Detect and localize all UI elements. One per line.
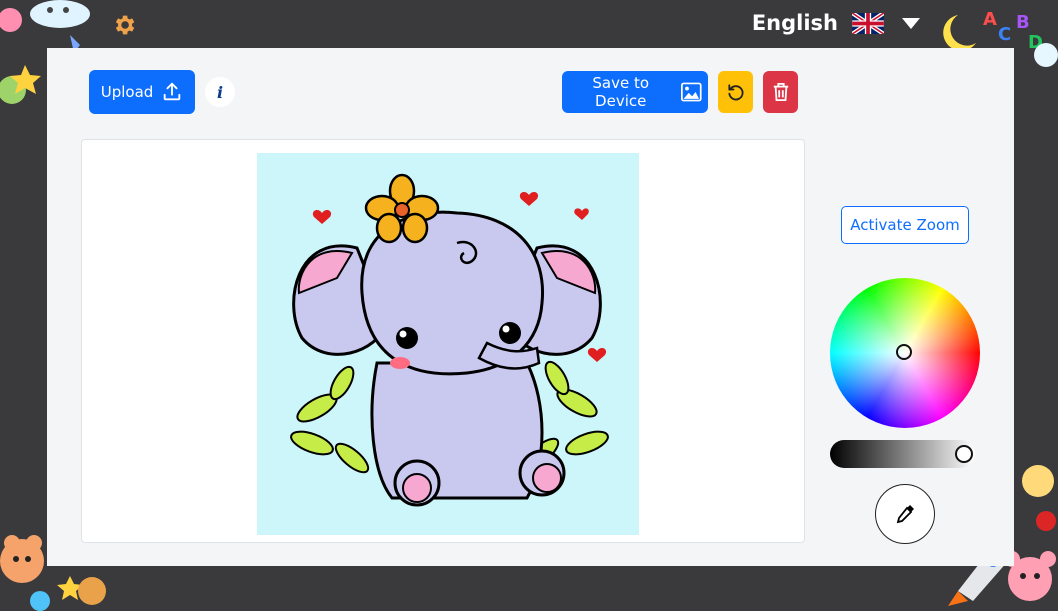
svg-text:B: B <box>1016 12 1030 33</box>
svg-text:A: A <box>983 9 997 30</box>
activate-zoom-button[interactable]: Activate Zoom <box>841 206 969 244</box>
svg-text:C: C <box>998 24 1011 45</box>
elephant-coloring-image[interactable] <box>257 153 639 535</box>
eyedropper-button[interactable] <box>875 484 935 544</box>
trash-icon <box>773 83 788 101</box>
brightness-slider[interactable] <box>830 440 975 468</box>
color-wheel-handle[interactable] <box>896 344 912 360</box>
canvas-container <box>81 139 805 543</box>
upload-icon <box>164 82 181 101</box>
drawing-canvas[interactable] <box>257 153 639 535</box>
reset-button[interactable] <box>718 71 753 113</box>
upload-button[interactable]: Upload <box>89 70 195 114</box>
editor-panel: Upload i Save to Device Activate Zoom <box>47 48 1014 566</box>
color-wheel[interactable] <box>830 278 980 428</box>
info-button[interactable]: i <box>205 77 235 107</box>
image-icon <box>681 82 702 102</box>
rotate-left-icon <box>727 84 743 101</box>
chevron-down-icon[interactable] <box>902 17 920 29</box>
language-label: English <box>751 11 838 35</box>
info-icon: i <box>216 82 224 102</box>
gear-icon[interactable] <box>111 12 137 38</box>
eyedropper-icon <box>896 505 914 524</box>
save-label: Save to Device <box>592 74 650 110</box>
brightness-slider-handle[interactable] <box>955 445 973 463</box>
language-selector[interactable]: English <box>752 11 920 35</box>
uk-flag-icon <box>852 12 884 34</box>
delete-button[interactable] <box>763 71 798 113</box>
upload-label: Upload <box>100 83 154 101</box>
save-to-device-button[interactable]: Save to Device <box>562 71 708 113</box>
